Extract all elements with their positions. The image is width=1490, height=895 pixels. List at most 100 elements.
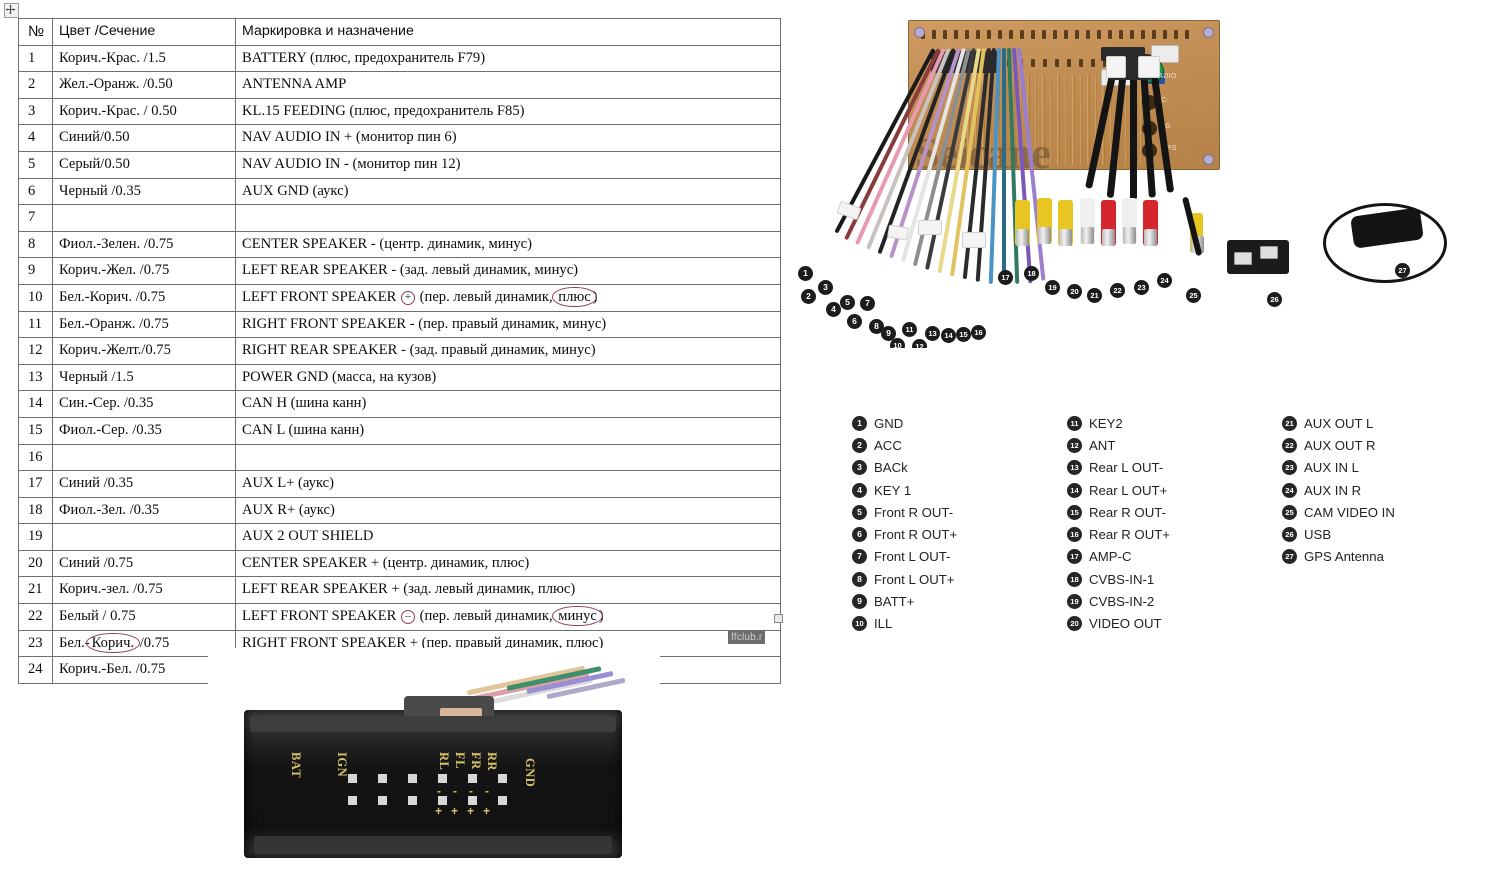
legend-column-2: 11 KEY2 12 ANT 13 Rear L OUT- 14 Rear L OUT+ 15 R… [1067, 412, 1282, 635]
legend-label: AUX IN R [1304, 482, 1362, 498]
callout-22: 22 [1110, 283, 1125, 298]
cell-color-section: Жел.-Оранж. /0.50 [52, 71, 236, 99]
harness-tape-2 [887, 224, 909, 241]
legend-label: GND [874, 415, 904, 431]
cell-number: 6 [18, 177, 53, 206]
connector-label-rl: RL [437, 752, 451, 771]
legend-number-badge: 4 [852, 482, 867, 498]
cell-marking: ANTENNA AMP [235, 71, 781, 99]
cell-number: 9 [18, 257, 53, 285]
table-row: 11 Бел.-Оранж. /0.75 RIGHT FRONT SPEAKER -… [18, 310, 781, 339]
legend-number-badge: 23 [1282, 460, 1297, 476]
cell-number: 10 [18, 283, 53, 312]
table-header-row: № Цвет /Сечение Маркировка и назначение [18, 18, 781, 46]
legend-item: 22 AUX OUT R [1282, 434, 1482, 456]
cell-number: 3 [18, 97, 53, 126]
polarity-minus-rl: - [437, 784, 441, 798]
legend-number-badge: 5 [852, 504, 867, 520]
cell-number: 18 [18, 496, 53, 525]
cell-number: 13 [18, 363, 53, 392]
legend-number-badge: 19 [1067, 594, 1082, 610]
cell-marking: AUX GND (аукс) [235, 177, 781, 206]
connector-label-rr: RR [485, 752, 499, 772]
cell-number: 11 [18, 310, 53, 339]
legend-item: 4 KEY 1 [852, 479, 1067, 501]
legend-item: 3 BACk [852, 457, 1067, 479]
rca-tape-rc [1138, 56, 1160, 78]
polarity-symbol-icon: + [401, 290, 415, 305]
cell-marking: LEFT REAR SPEAKER - (зад. левый динамик,… [235, 257, 781, 285]
legend-item: 25 CAM VIDEO IN [1282, 501, 1482, 523]
cell-marking: POWER GND (масса, на кузов) [235, 363, 781, 392]
legend-item: 15 Rear R OUT- [1067, 501, 1282, 523]
legend-label: AUX OUT L [1304, 415, 1374, 431]
callout-13: 13 [925, 326, 940, 341]
polarity-minus-fr: - [469, 784, 473, 798]
usb-port-2 [1260, 246, 1278, 259]
cell-number: 2 [18, 71, 53, 99]
chassis-vent-row-top [921, 30, 1207, 39]
legend-item: 9 BATT+ [852, 590, 1067, 612]
table-row: 13 Черный /1.5 POWER GND (масса, на кузов) [18, 363, 781, 392]
cell-color-section: Черный /0.35 [52, 177, 236, 206]
annotation-circle: плюс [552, 286, 598, 307]
connector-label-gnd: GND [523, 758, 537, 788]
callout-15: 15 [956, 327, 971, 342]
cell-number: 22 [18, 603, 53, 631]
legend-column-1: 1 GND 2 ACC 3 BACk 4 KEY 1 5 Front R OUT- 6 Front R… [852, 412, 1067, 635]
legend-number-badge: 16 [1067, 527, 1082, 543]
cell-marking: CENTER SPEAKER + (центр. динамик, плюс) [235, 549, 781, 578]
table-row: 7 [18, 204, 781, 232]
legend-item: 14 Rear L OUT+ [1067, 479, 1282, 501]
cell-marking: AUX 2 OUT SHIELD [235, 523, 781, 551]
table-row: 21 Корич.-зел. /0.75 LEFT REAR SPEAKER + (… [18, 576, 781, 605]
cell-number: 5 [18, 150, 53, 179]
rca-plug-red-1 [1101, 200, 1116, 246]
cell-color-section: Фиол.-Сер. /0.35 [52, 416, 236, 445]
chassis-screw-right [1203, 27, 1214, 38]
rca-plug-white-2 [1122, 198, 1137, 244]
cell-number: 12 [18, 337, 53, 365]
pin-hole-top-3 [408, 774, 417, 783]
legend-label: ANT [1089, 437, 1116, 453]
legend-number-badge: 24 [1282, 482, 1297, 498]
table-header-cell-2: Маркировка и назначение [235, 18, 781, 46]
legend-number-badge: 13 [1067, 460, 1082, 476]
polarity-plus-rl: + [435, 804, 443, 818]
pin-hole-bottom-6 [498, 796, 507, 805]
callout-14: 14 [941, 328, 956, 343]
head-unit-photo: RADIO C- 4G GPS Seicane 1 2 3 4 5 6 7 8 … [790, 8, 1490, 348]
table-row: 4 Синий/0.50 NAV AUDIO IN + (монитор пин 6… [18, 124, 781, 152]
table-resize-handle[interactable] [774, 614, 783, 623]
legend-number-badge: 15 [1067, 504, 1082, 520]
cell-color-section: Бел.-Оранж. /0.75 [52, 310, 236, 339]
legend-item: 12 ANT [1067, 434, 1282, 456]
table-row: 19 AUX 2 OUT SHIELD [18, 523, 781, 551]
table-row: 3 Корич.-Крас. / 0.50 KL.15 FEEDING (плюс,… [18, 97, 781, 126]
cell-number: 1 [18, 44, 53, 73]
legend-item: 20 VIDEO OUT [1067, 613, 1282, 635]
connector-label-fr: FR [469, 752, 483, 770]
legend-label: Front L OUT+ [874, 571, 955, 587]
pin-hole-bottom-2 [378, 796, 387, 805]
callout-18: 18 [1024, 266, 1039, 281]
table-row: 14 Син.-Сер. /0.35 CAN H (шина канн) [18, 390, 781, 418]
pin-hole-top-1 [348, 774, 357, 783]
legend-label: BATT+ [874, 594, 915, 610]
rca-plug-white-1 [1080, 198, 1095, 244]
polarity-plus-rr: + [483, 804, 491, 818]
pin-hole-bottom-3 [408, 796, 417, 805]
legend-number-badge: 7 [852, 549, 867, 565]
legend-label: Front R OUT+ [874, 527, 958, 543]
legend-item: 18 CVBS-IN-1 [1067, 568, 1282, 590]
cell-number: 21 [18, 576, 53, 605]
pin-hole-top-6 [498, 774, 507, 783]
cell-marking: NAV AUDIO IN + (монитор пин 6) [235, 124, 781, 152]
wire-pinout-table: № Цвет /Сечение Маркировка и назначение 1 Ко… [18, 18, 781, 684]
cell-marking: KL.15 FEEDING (плюс, предохранитель F85) [235, 97, 781, 126]
cell-color-section: Бел.-Корич. /0.75 [52, 283, 236, 312]
legend-number-badge: 27 [1282, 549, 1297, 565]
table-move-handle[interactable] [4, 3, 19, 18]
legend-label: Rear R OUT+ [1089, 527, 1170, 543]
legend-item: 8 Front L OUT+ [852, 568, 1067, 590]
